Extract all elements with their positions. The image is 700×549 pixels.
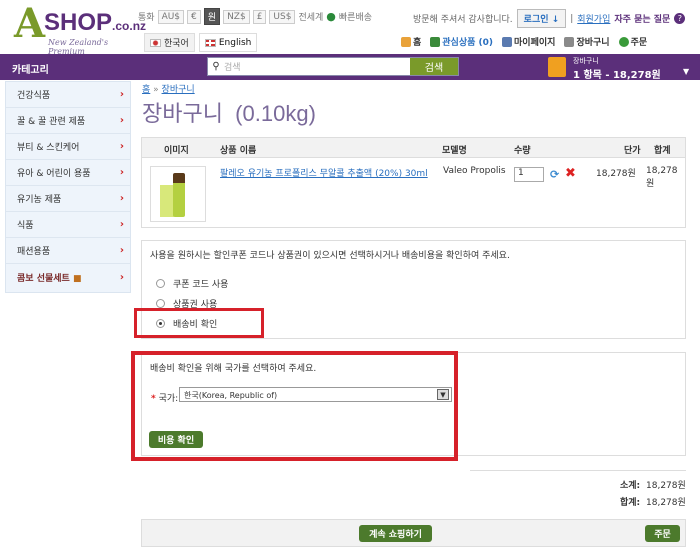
chevron-right-icon: › [119,115,124,126]
row-total: 18,278원 [646,166,678,189]
currency-usd[interactable]: US$ [269,9,296,24]
logo-shop-text: SHOP [44,9,113,36]
chevron-right-icon: › [119,141,124,152]
chevron-right-icon: › [119,271,124,283]
currency-aud[interactable]: AU$ [157,9,185,24]
nav-checkout[interactable]: 주문 [618,35,647,48]
login-button[interactable]: 로그인 ↓ [516,9,567,28]
chevron-down-icon: ▼ [683,67,690,76]
sidebar-item-beauty[interactable]: 뷰티 & 스킨케어 › [6,134,130,160]
total-label: 합계: [620,498,641,508]
lang-korean[interactable]: 한국어 [144,33,195,52]
user-icon [502,36,513,47]
question-icon[interactable]: ? [674,13,686,24]
refresh-icon[interactable]: ⟳ [550,168,559,181]
checkout-button[interactable]: 주문 [645,525,680,542]
breadcrumb-cart[interactable]: 장바구니 [162,85,195,95]
product-image[interactable] [150,166,206,222]
top-nav: 홈 관심상품 (0) 마이페이지 장바구니 주문 [401,35,647,48]
search-input[interactable]: 검색 [224,60,241,73]
breadcrumb-separator: » [153,85,159,95]
col-total: 합계 [654,146,671,156]
sidebar-item-organic[interactable]: 유기농 제품 › [6,186,130,212]
category-title: 카테고리 [12,65,49,76]
check-icon [618,36,629,47]
radio-coupon[interactable]: 쿠폰 코드 사용 [156,277,228,290]
chevron-right-icon: › [119,245,124,256]
col-name: 상품 이름 [220,146,257,156]
sidebar-item-fashion[interactable]: 패션용품 › [6,238,130,264]
options-instructions: 사용을 원하시는 할인쿠폰 코드나 상품권이 있으시면 선택하시거나 배송비용을… [150,251,510,261]
col-image: 이미지 [164,146,189,156]
site-logo[interactable]: A SHOP.co.nz New Zealand's Premium [14,0,146,56]
currency-eur[interactable]: € [187,9,201,24]
highlight-box-shipping-estimate [131,351,458,461]
highlight-box-shipping-option [134,308,264,338]
quantity-input[interactable]: 1 [514,167,544,182]
faq-link[interactable]: 자주 묻는 질문 [614,12,670,25]
currency-gbp[interactable]: £ [252,9,267,24]
lang-english[interactable]: English [198,33,258,52]
product-name-link[interactable]: 팔레오 유기농 프로폴리스 무알콜 추출액 (20%) 30ml [220,166,428,179]
cart-table: 이미지 상품 이름 모델명 수량 단가 합계 팔레오 유기농 프로폴리스 무알콜… [141,137,686,228]
search-icon: ⚲ [212,61,220,72]
search-box: ⚲ 검색 검색 [207,57,459,76]
chevron-right-icon: › [119,89,124,100]
subtotal-value: 18,278원 [646,481,686,491]
currency-label: 통화 [138,13,155,23]
cart-icon [564,36,575,47]
sidebar-item-gift-sets[interactable]: 콤보 선물세트 ■ › [6,264,130,290]
search-button[interactable]: 검색 [410,58,458,75]
remove-icon[interactable]: ✖ [565,166,576,181]
cart-footer: 계속 쇼핑하기 주문 [141,519,686,547]
chevron-right-icon: › [119,167,124,178]
table-header: 이미지 상품 이름 모델명 수량 단가 합계 [142,138,685,158]
category-sidebar: 건강식품 › 꿀 & 꿀 관련 제품 › 뷰티 & 스킨케어 › 유아 & 어린이 용… [5,81,131,293]
nav-wishlist[interactable]: 관심상품 (0) [430,35,493,48]
continue-shopping-button[interactable]: 계속 쇼핑하기 [359,525,432,542]
nav-home[interactable]: 홈 [401,35,421,48]
totals-divider [470,470,686,471]
korea-flag-icon [150,38,161,47]
uk-flag-icon [204,38,216,47]
worldwide-label: 전세계 [298,13,324,23]
register-link[interactable]: 회원가입 [577,12,610,25]
mini-cart-summary: 1 항목 - 18,278원 [573,70,661,81]
col-unit: 단가 [624,146,641,156]
wishlist-icon [430,36,441,47]
nav-mypage[interactable]: 마이페이지 [502,35,555,48]
gift-icon: ■ [72,273,82,284]
chevron-right-icon: › [119,219,124,230]
product-model: Valeo Propolis [443,166,506,176]
sidebar-item-honey[interactable]: 꿀 & 꿀 관련 제품 › [6,108,130,134]
subtotal-label: 소계: [620,481,641,491]
total-value: 18,278원 [646,498,686,508]
logo-letter: A [14,0,46,47]
col-qty: 수량 [514,146,531,156]
sidebar-item-health[interactable]: 건강식품 › [6,82,130,108]
page-title: 장바구니 (0.10kg) [142,101,316,126]
greeting-text: 방문해 주셔서 감사합니다. [413,15,513,25]
mini-cart-title: 장바구니 [573,57,599,65]
home-icon [401,36,411,47]
language-selector: 한국어 English [144,33,258,52]
mini-cart[interactable]: 장바구니 1 항목 - 18,278원 ▼ [548,56,690,81]
fast-shipping-label: 빠른배송 [338,13,373,23]
nav-cart[interactable]: 장바구니 [564,35,610,48]
currency-nzd[interactable]: NZ$ [223,9,250,24]
shopping-bag-icon [548,57,566,77]
globe-icon: ● [326,10,336,23]
currency-selector: 통화 AU$ € 원 NZ$ £ US$ 전세계 ● 빠른배송 [138,8,372,25]
breadcrumb: 홈 » 장바구니 [142,82,195,95]
sidebar-item-food[interactable]: 식품 › [6,212,130,238]
sidebar-item-kids[interactable]: 유아 & 어린이 용품 › [6,160,130,186]
unit-price: 18,278원 [596,169,636,179]
chevron-right-icon: › [119,193,124,204]
col-model: 모델명 [442,146,467,156]
currency-krw[interactable]: 원 [203,8,221,25]
header-account: 방문해 주셔서 감사합니다. 로그인 ↓ | 회원가입 자주 묻는 질문 ? [413,9,686,28]
breadcrumb-home[interactable]: 홈 [142,85,150,95]
